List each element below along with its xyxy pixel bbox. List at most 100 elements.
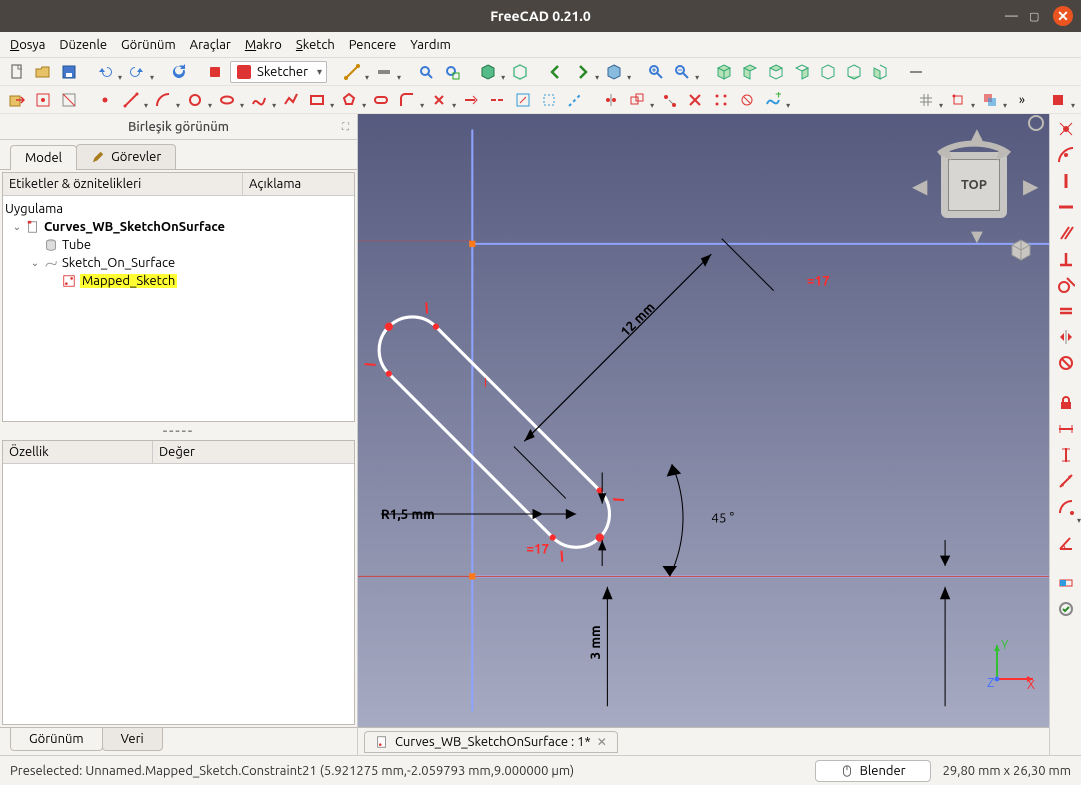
constr-horizontal-icon[interactable] <box>1054 196 1078 218</box>
constr-tangent-icon[interactable] <box>1054 274 1078 296</box>
sk-slot-icon[interactable] <box>370 89 392 111</box>
constr-angle-icon[interactable] <box>1054 532 1078 554</box>
sk-polyline-icon[interactable] <box>280 89 302 111</box>
navcube-down-arrow[interactable]: ▼ <box>967 224 987 249</box>
property-view[interactable]: Özellik Değer <box>2 440 355 725</box>
splitter-handle[interactable]: ----- <box>0 424 357 438</box>
tab-model[interactable]: Model <box>10 145 77 170</box>
file-save-icon[interactable] <box>58 61 80 83</box>
sk-split-icon[interactable] <box>486 89 508 111</box>
sk-ellipse-icon[interactable] <box>216 89 238 111</box>
sk-rectangular-array-icon[interactable] <box>710 89 732 111</box>
tree-mapped-label[interactable]: Mapped_Sketch <box>80 274 177 288</box>
nav-fwd-icon[interactable] <box>571 61 593 83</box>
constr-block-icon[interactable] <box>1054 352 1078 374</box>
sk-clone-icon[interactable] <box>626 89 648 111</box>
sk-trim-icon[interactable] <box>428 89 450 111</box>
sk-construction-icon[interactable] <box>564 89 586 111</box>
menu-windows[interactable]: Pencere <box>349 38 396 52</box>
bbox-icon[interactable] <box>509 61 531 83</box>
menu-view[interactable]: Görünüm <box>121 38 176 52</box>
sk-copy-icon[interactable] <box>658 89 680 111</box>
sk-extend-icon[interactable] <box>460 89 482 111</box>
view-top-icon[interactable] <box>765 61 787 83</box>
sk-point-icon[interactable] <box>94 89 116 111</box>
btab-view[interactable]: Görünüm <box>10 728 103 751</box>
measure-clear-icon[interactable] <box>373 61 395 83</box>
fit-selection-icon[interactable] <box>441 61 463 83</box>
document-tab-close-icon[interactable]: ✕ <box>597 735 607 749</box>
link-nav-icon[interactable] <box>603 61 625 83</box>
sk-polygon-icon[interactable] <box>338 89 360 111</box>
sk-external-icon[interactable] <box>512 89 534 111</box>
constr-vert-dist-icon[interactable] <box>1054 444 1078 466</box>
sk-del-align-icon[interactable] <box>684 89 706 111</box>
leave-sketch-icon[interactable] <box>6 89 28 111</box>
zoom-out-icon[interactable] <box>671 61 693 83</box>
nav-back-icon[interactable] <box>545 61 567 83</box>
view-right-icon[interactable] <box>791 61 813 83</box>
constr-point-on-icon[interactable] <box>1054 144 1078 166</box>
menu-tools[interactable]: Araçlar <box>190 38 231 52</box>
constr-toggle-driving-icon[interactable] <box>1054 572 1078 594</box>
draw-style-icon[interactable] <box>477 61 499 83</box>
tree-view[interactable]: Etiketler & öznitelikleri Açıklama Uygul… <box>2 172 355 422</box>
constr-activate-icon[interactable] <box>1054 598 1078 620</box>
view-sketch-icon[interactable] <box>32 89 54 111</box>
navcube-top-face[interactable]: TOP <box>947 158 1001 212</box>
constr-lock-icon[interactable] <box>1054 392 1078 414</box>
sk-snap-icon[interactable] <box>947 89 969 111</box>
window-close-icon[interactable]: ✕ <box>1053 6 1073 26</box>
constr-symmetric-icon[interactable] <box>1054 326 1078 348</box>
redo-icon[interactable] <box>126 61 148 83</box>
navigation-style-button[interactable]: Blender <box>815 760 931 782</box>
constr-distance-icon[interactable] <box>1054 470 1078 492</box>
constr-equal-icon[interactable] <box>1054 300 1078 322</box>
navcube-left-arrow[interactable]: ◀ <box>912 174 927 198</box>
window-maximize-icon[interactable] <box>1029 9 1043 23</box>
zoom-in-icon[interactable] <box>645 61 667 83</box>
sk-carbon-icon[interactable] <box>538 89 560 111</box>
sk-fillet-icon[interactable] <box>396 89 418 111</box>
window-minimize-icon[interactable] <box>1005 9 1019 23</box>
tree-app-root[interactable]: Uygulama <box>5 202 63 216</box>
navigation-cube[interactable]: TOP ▲ ▼ ◀ ▶ <box>909 120 1039 250</box>
sk-order-icon[interactable] <box>979 89 1001 111</box>
stop-icon[interactable] <box>204 61 226 83</box>
navcube-mini-icon[interactable] <box>1009 238 1033 262</box>
measure-linear-icon[interactable] <box>341 61 363 83</box>
menu-macro[interactable]: Makro <box>245 38 282 52</box>
menu-help[interactable]: Yardım <box>410 38 451 52</box>
sk-stop-op-icon[interactable] <box>1047 89 1069 111</box>
sk-line-icon[interactable] <box>120 89 142 111</box>
constr-coincident-icon[interactable] <box>1054 118 1078 140</box>
refresh-icon[interactable] <box>168 61 190 83</box>
constr-perpendicular-icon[interactable] <box>1054 248 1078 270</box>
fit-all-icon[interactable] <box>415 61 437 83</box>
tree-doc-label[interactable]: Curves_WB_SketchOnSurface <box>44 220 225 234</box>
menu-file[interactable]: Dosya <box>10 38 45 52</box>
view-left-icon[interactable] <box>869 61 891 83</box>
sk-symmetry-icon[interactable] <box>600 89 622 111</box>
sk-grid-icon[interactable] <box>915 89 937 111</box>
constr-radius-icon[interactable] <box>1054 496 1078 518</box>
menu-edit[interactable]: Düzenle <box>59 38 107 52</box>
expand-icon[interactable]: ⛶ <box>342 121 349 133</box>
sk-more-icon[interactable]: » <box>1011 89 1033 111</box>
menu-sketch[interactable]: Sketch <box>296 38 335 52</box>
sk-remove-axes-icon[interactable] <box>736 89 758 111</box>
view-front-icon[interactable] <box>739 61 761 83</box>
navcube-menu-icon[interactable] <box>1027 114 1045 132</box>
tree-expand-doc[interactable]: ⌄ <box>9 221 25 233</box>
sk-circle-icon[interactable] <box>184 89 206 111</box>
sk-bspline-icon[interactable] <box>248 89 270 111</box>
sk-rect-icon[interactable] <box>306 89 328 111</box>
view-rear-icon[interactable] <box>817 61 839 83</box>
measure-dist-icon[interactable] <box>905 61 927 83</box>
document-tab[interactable]: Curves_WB_SketchOnSurface : 1* ✕ <box>364 731 618 753</box>
view-section-icon[interactable] <box>58 89 80 111</box>
sk-arc-icon[interactable] <box>152 89 174 111</box>
tree-sos-label[interactable]: Sketch_On_Surface <box>62 256 175 270</box>
sk-increase-degree-icon[interactable]: + <box>762 89 784 111</box>
navcube-rotate-arrows[interactable] <box>909 126 1039 166</box>
